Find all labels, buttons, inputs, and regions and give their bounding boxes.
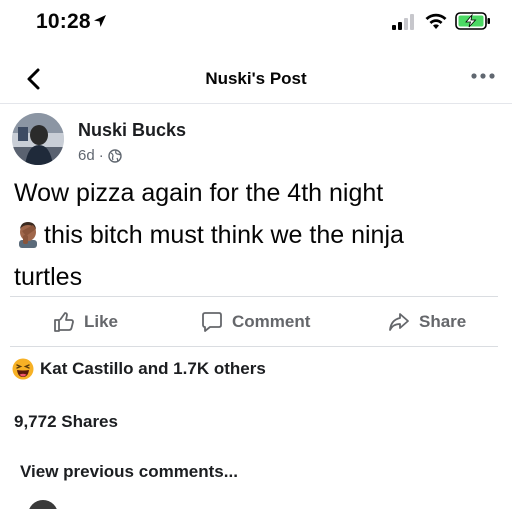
nav-bar: Nuski's Post [0,56,512,104]
meta-separator: · [98,147,104,164]
reactions-summary[interactable]: Kat Castillo and 1.7K others [12,358,266,380]
post-text-line-2-wrap: this bitch must think we the ninja [14,214,502,256]
post-actions: Like Comment Share [0,298,512,346]
battery-charging-icon [455,12,490,30]
post-text-line-2: this bitch must think we the ninja [44,221,404,249]
status-bar: 10:28 [0,0,512,44]
shares-count[interactable]: 9,772 Shares [14,412,118,432]
post-text: Wow pizza again for the 4th night this b… [14,172,502,298]
thumbs-up-icon [54,312,74,332]
comment-bubble-icon [202,312,222,332]
globe-icon [107,148,122,163]
share-arrow-icon [389,313,409,331]
more-dots-icon[interactable] [470,71,496,81]
share-button[interactable]: Share [387,310,466,334]
share-label: Share [419,312,467,331]
reactions-label: Kat Castillo and 1.7K others [40,359,266,378]
haha-reaction-icon [12,358,34,380]
comment-button[interactable]: Comment [200,310,310,334]
view-previous-comments-link[interactable]: View previous comments... [20,462,238,482]
post-meta: 6d · [78,147,122,164]
wifi-icon [425,13,447,29]
divider-bottom [10,346,498,347]
man-facepalming-emoji [19,222,37,248]
post-text-line-1: Wow pizza again for the 4th night [14,179,384,207]
post-text-line-3: turtles [14,263,83,291]
author-avatar[interactable] [12,113,64,165]
divider-top [10,296,498,297]
like-label: Like [84,312,119,331]
location-arrow-icon [94,15,106,27]
author-name[interactable]: Nuski Bucks [78,120,186,141]
cell-signal-icon [392,14,414,30]
post-age: 6d [78,147,95,164]
status-time: 10:28 [36,10,91,33]
like-button[interactable]: Like [52,310,118,334]
page-title: Nuski's Post [205,69,307,88]
comment-label: Comment [232,312,311,331]
avatar-photo [12,113,64,165]
commenter-avatar[interactable] [28,500,58,509]
